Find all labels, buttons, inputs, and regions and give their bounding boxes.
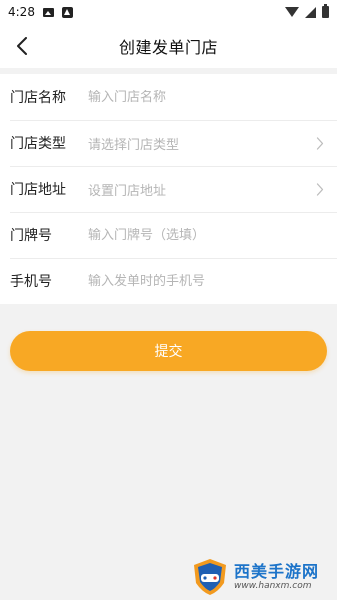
chevron-left-icon xyxy=(17,37,27,55)
wifi-icon xyxy=(285,7,299,17)
store-address-label: 门店地址 xyxy=(10,182,66,198)
status-right xyxy=(285,4,329,18)
phone-row: 手机号 xyxy=(0,258,337,304)
store-type-select[interactable]: 请选择门店类型 xyxy=(88,134,315,153)
watermark-text: 西美手游网 www.hanxm.com xyxy=(234,561,320,592)
chevron-right-icon xyxy=(315,182,325,196)
page-title: 创建发单门店 xyxy=(118,38,218,57)
chevron-right-icon xyxy=(315,136,325,150)
store-name-input[interactable] xyxy=(88,89,325,105)
store-address-select[interactable]: 设置门店地址 xyxy=(88,180,315,199)
submit-button[interactable]: 提交 xyxy=(10,331,327,371)
house-number-label: 门牌号 xyxy=(10,228,52,244)
signal-icon xyxy=(305,6,316,18)
house-number-row: 门牌号 xyxy=(0,212,337,258)
store-type-label: 门店类型 xyxy=(10,136,66,152)
shield-logo-icon xyxy=(194,559,226,595)
store-name-label: 门店名称 xyxy=(10,90,66,106)
watermark-url: www.hanxm.com xyxy=(234,580,312,591)
watermark-title: 西美手游网 xyxy=(234,561,320,581)
battery-icon xyxy=(322,4,329,18)
nav-bar: 创建发单门店 xyxy=(0,24,337,68)
house-number-input[interactable] xyxy=(88,227,325,243)
image-icon xyxy=(42,7,54,17)
store-name-row: 门店名称 xyxy=(0,74,337,120)
phone-label: 手机号 xyxy=(10,274,52,290)
store-form: 门店名称 门店类型 请选择门店类型 门店地址 设置门店地址 门牌号 手机号 xyxy=(0,74,337,304)
store-type-row[interactable]: 门店类型 请选择门店类型 xyxy=(0,120,337,166)
status-time: 4:28 xyxy=(8,5,35,19)
watermark: 西美手游网 www.hanxm.com xyxy=(190,556,330,598)
phone-input[interactable] xyxy=(88,273,325,289)
warning-icon xyxy=(61,6,73,18)
back-button[interactable] xyxy=(6,30,38,62)
store-address-row[interactable]: 门店地址 设置门店地址 xyxy=(0,166,337,212)
status-bar: 4:28 xyxy=(0,0,337,24)
